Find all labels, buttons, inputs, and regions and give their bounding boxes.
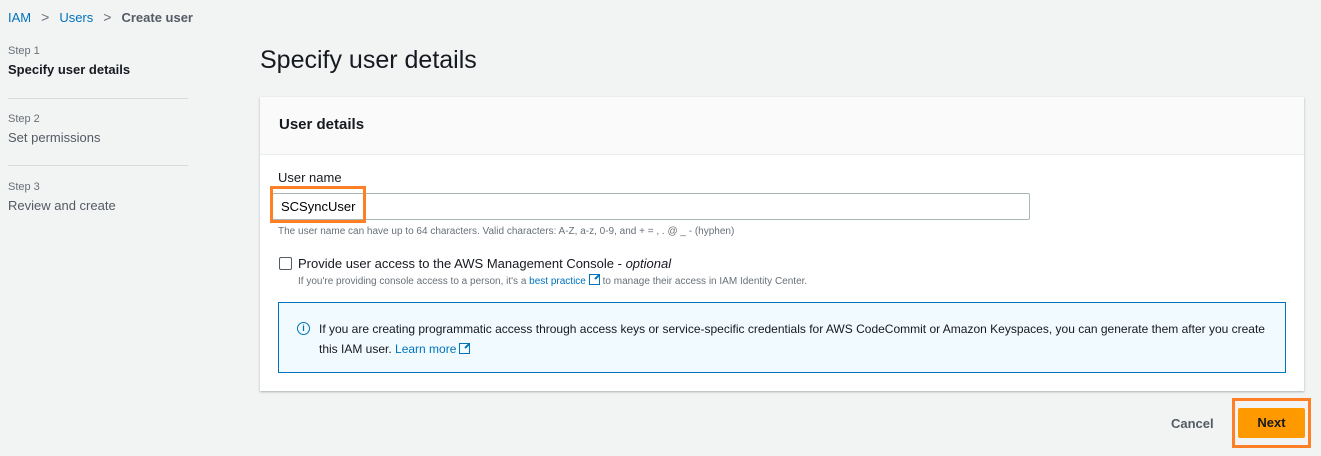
best-practice-link[interactable]: best practice bbox=[529, 276, 586, 287]
external-link-icon bbox=[588, 274, 600, 285]
console-hint-text: If you're providing console access to a … bbox=[298, 276, 530, 287]
divider bbox=[8, 98, 188, 99]
info-alert: i If you are creating programmatic acces… bbox=[278, 302, 1286, 373]
highlight-box bbox=[270, 186, 366, 223]
divider bbox=[8, 165, 188, 166]
username-input[interactable] bbox=[272, 193, 1030, 220]
console-hint-text-end: to manage their access in IAM Identity C… bbox=[599, 276, 808, 287]
breadcrumb-current: Create user bbox=[121, 9, 193, 25]
external-link-icon bbox=[459, 343, 471, 354]
wizard-step-3: Step 3 Review and create bbox=[8, 181, 188, 213]
breadcrumb-users[interactable]: Users bbox=[59, 10, 93, 25]
console-access-label: Provide user access to the AWS Managemen… bbox=[298, 256, 626, 271]
step-title: Review and create bbox=[8, 198, 116, 213]
step-title: Set permissions bbox=[8, 130, 101, 145]
cancel-button[interactable]: Cancel bbox=[1171, 416, 1214, 431]
chevron-right-icon: > bbox=[103, 9, 112, 25]
chevron-right-icon: > bbox=[41, 9, 50, 25]
info-icon: i bbox=[297, 322, 310, 335]
next-button[interactable]: Next bbox=[1238, 408, 1305, 438]
username-label: User name bbox=[278, 170, 342, 185]
wizard-step-1: Step 1 Specify user details bbox=[8, 45, 188, 77]
learn-more-link[interactable]: Learn more bbox=[395, 342, 456, 356]
username-hint: The user name can have up to 64 characte… bbox=[278, 226, 735, 237]
page-title: Specify user details bbox=[260, 46, 477, 74]
step-number: Step 1 bbox=[8, 45, 40, 57]
breadcrumb: IAM > Users > Create user bbox=[8, 9, 193, 25]
console-hint: If you're providing console access to a … bbox=[298, 274, 807, 287]
card-title: User details bbox=[260, 97, 1304, 155]
console-access-checkbox[interactable] bbox=[279, 257, 292, 270]
step-number: Step 3 bbox=[8, 181, 40, 193]
breadcrumb-iam[interactable]: IAM bbox=[8, 10, 31, 25]
optional-label: optional bbox=[625, 256, 672, 271]
step-number: Step 2 bbox=[8, 113, 40, 125]
step-title: Specify user details bbox=[8, 62, 131, 77]
wizard-step-2: Step 2 Set permissions bbox=[8, 113, 188, 145]
